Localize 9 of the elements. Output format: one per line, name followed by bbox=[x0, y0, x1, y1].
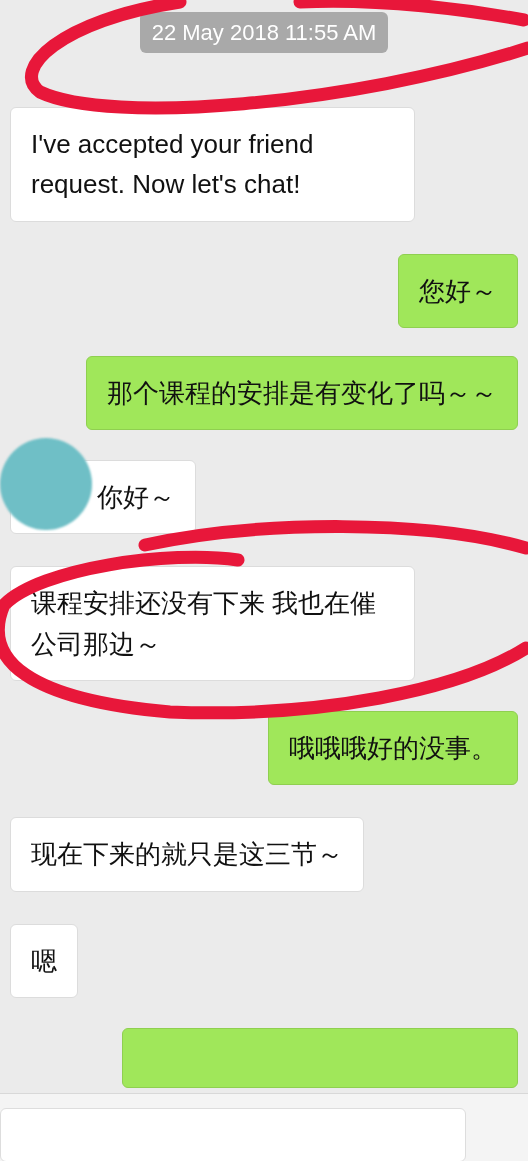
timestamp: 22 May 2018 11:55 AM bbox=[139, 12, 389, 53]
message-bubble: I've accepted your friend request. Now let's chat! bbox=[10, 107, 415, 222]
message-bubble: 课程安排还没有下来 我也在催公司那边～ bbox=[10, 566, 415, 682]
message-bubble: 哦哦哦好的没事。 bbox=[268, 711, 518, 786]
message-bubble: 嗯 bbox=[10, 923, 78, 998]
message-bubble: 那个课程的安排是有变化了吗～～ bbox=[86, 355, 518, 431]
message-bubble: 现在下来的就只是这三节～ bbox=[10, 817, 364, 892]
message-bubble: 您好～ bbox=[398, 253, 518, 328]
input-field[interactable] bbox=[0, 1108, 466, 1161]
